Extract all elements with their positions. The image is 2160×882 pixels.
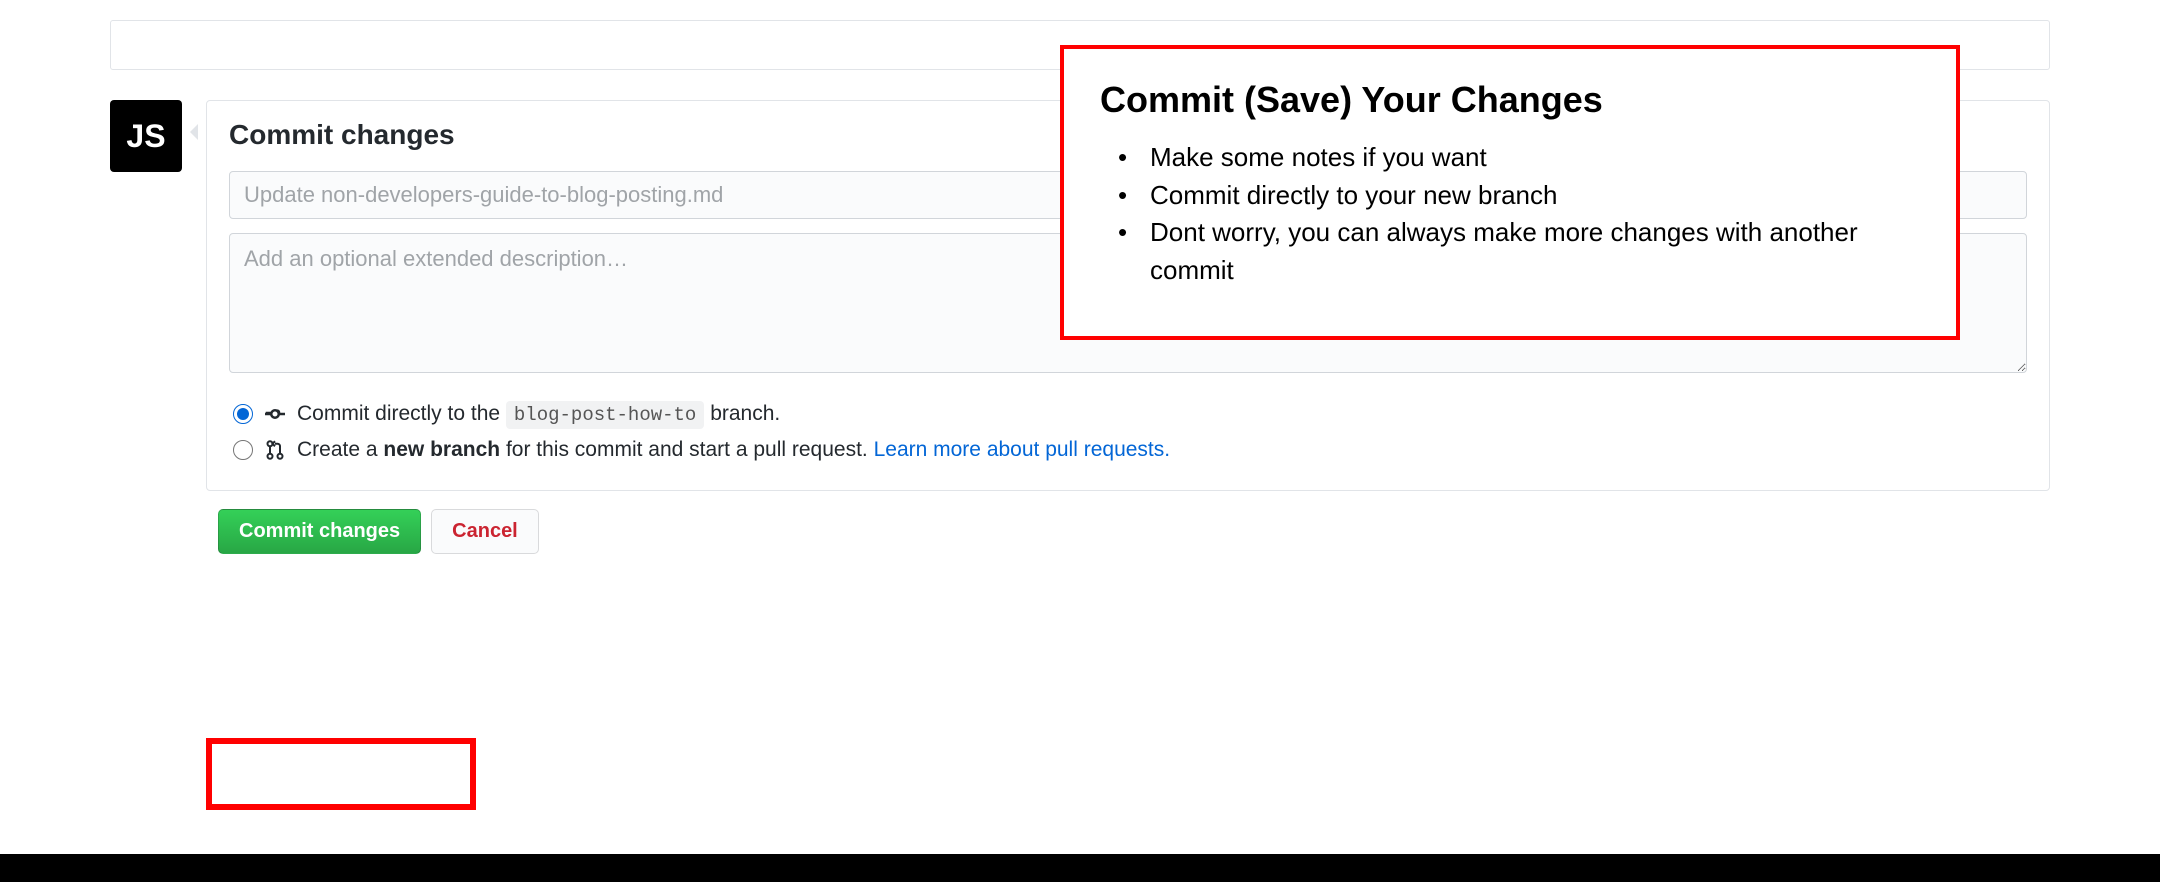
commit-button[interactable]: Commit changes: [218, 509, 421, 554]
commit-option-newbranch-radio[interactable]: [233, 440, 253, 460]
git-commit-icon: [265, 404, 285, 424]
page-wrap: JS Commit changes Commit directly to the…: [0, 0, 2160, 882]
commit-buttons: Commit changes Cancel: [218, 509, 2050, 554]
branch-name: blog-post-how-to: [506, 401, 704, 429]
annotation-item: Commit directly to your new branch: [1100, 177, 1920, 215]
commit-option-direct-text: Commit directly to the blog-post-how-to …: [297, 402, 780, 426]
annotation-list: Make some notes if you want Commit direc…: [1100, 139, 1920, 290]
commit-button-highlight: [206, 738, 476, 810]
annotation-item: Dont worry, you can always make more cha…: [1100, 214, 1920, 289]
avatar: JS: [110, 100, 182, 172]
commit-option-direct[interactable]: Commit directly to the blog-post-how-to …: [229, 396, 2027, 432]
git-pull-request-icon: [265, 440, 285, 460]
commit-option-newbranch[interactable]: Create a new branch for this commit and …: [229, 432, 2027, 468]
annotation-title: Commit (Save) Your Changes: [1100, 79, 1920, 121]
bottom-bar: [0, 854, 2160, 882]
annotation-callout: Commit (Save) Your Changes Make some not…: [1060, 45, 1960, 340]
cancel-button[interactable]: Cancel: [431, 509, 539, 554]
commit-option-newbranch-text: Create a new branch for this commit and …: [297, 438, 1170, 462]
commit-option-direct-radio[interactable]: [233, 404, 253, 424]
avatar-text: JS: [126, 118, 165, 155]
learn-more-link[interactable]: Learn more about pull requests.: [874, 438, 1171, 461]
annotation-item: Make some notes if you want: [1100, 139, 1920, 177]
